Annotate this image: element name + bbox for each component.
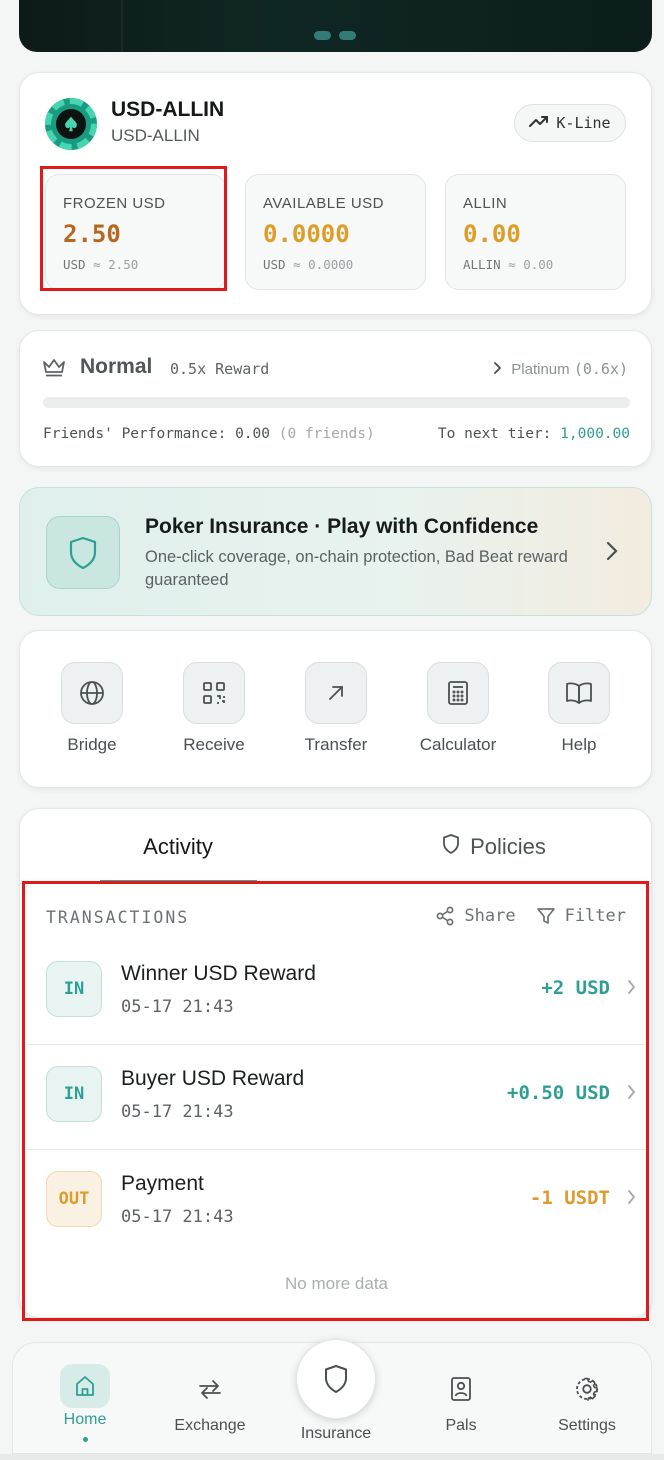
tab-bar: Activity Policies <box>20 809 653 884</box>
token-subtitle: USD-ALLIN <box>111 126 200 145</box>
trending-up-icon <box>529 114 549 132</box>
action-label: Bridge <box>67 735 117 754</box>
shield-icon <box>46 516 120 589</box>
quick-actions-card: Bridge Receive Transfer Calculator Help <box>19 630 652 788</box>
tab-policies[interactable]: Policies <box>336 834 652 860</box>
to-next-tier: To next tier: 1,000.00 <box>437 426 630 442</box>
action-label: Transfer <box>304 735 368 754</box>
kline-button[interactable]: K-Line <box>514 104 626 142</box>
balance-label: AVAILABLE USD <box>263 195 384 212</box>
tier-name: Normal <box>80 355 153 378</box>
nav-label: Home <box>63 1411 107 1428</box>
globe-icon <box>61 662 123 724</box>
action-label: Calculator <box>419 735 497 754</box>
contact-card-icon <box>406 1372 516 1406</box>
exchange-icon <box>155 1372 265 1406</box>
action-label: Receive <box>183 735 245 754</box>
token-logo-icon <box>45 98 97 150</box>
nav-pals[interactable]: Pals <box>406 1372 516 1435</box>
home-icon <box>60 1364 110 1408</box>
chevron-right-icon <box>606 541 618 566</box>
tier-progress-bar <box>43 397 630 408</box>
allin-balance-box: ALLIN 0.00 ALLIN ≈ 0.00 <box>445 174 626 290</box>
nav-label: Exchange <box>174 1417 246 1434</box>
available-usd-box: AVAILABLE USD 0.0000 USD ≈ 0.0000 <box>245 174 426 290</box>
calculator-button[interactable]: Calculator <box>403 662 513 755</box>
crown-icon <box>42 357 66 382</box>
balance-approx: ALLIN ≈ 0.00 <box>463 257 554 272</box>
balance-approx: USD ≈ 0.0000 <box>263 257 354 272</box>
shield-icon <box>442 834 460 860</box>
transfer-button[interactable]: Transfer <box>281 662 391 755</box>
nav-settings[interactable]: Settings <box>532 1372 642 1435</box>
bottom-navigation: Home Exchange Insurance Pals Settings <box>12 1339 652 1454</box>
chevron-right-icon <box>493 361 502 378</box>
arrow-up-right-icon <box>305 662 367 724</box>
nav-insurance[interactable] <box>296 1339 376 1419</box>
friends-performance: Friends' Performance: 0.00 (0 friends) <box>43 426 375 442</box>
home-indicator-strip <box>0 1454 664 1460</box>
promo-title: Poker Insurance · Play with Confidence <box>145 515 539 538</box>
frozen-highlight-box <box>40 166 227 291</box>
balance-label: ALLIN <box>463 195 508 212</box>
promo-banner-carousel[interactable] <box>19 0 652 52</box>
help-button[interactable]: Help <box>524 662 634 755</box>
nav-exchange[interactable]: Exchange <box>155 1372 265 1435</box>
nav-label: Pals <box>445 1417 477 1434</box>
balance-value: 0.0000 <box>263 220 350 248</box>
active-dot <box>82 1437 88 1442</box>
carousel-dot[interactable] <box>314 31 331 40</box>
action-label: Help <box>561 735 597 754</box>
nav-home[interactable]: Home <box>30 1364 140 1442</box>
insurance-promo-card[interactable]: Poker Insurance · Play with Confidence O… <box>19 487 652 616</box>
next-tier-link[interactable]: Platinum (0.6x) <box>493 360 628 378</box>
shield-icon <box>325 1365 347 1393</box>
gear-icon <box>532 1372 642 1406</box>
nav-label: Settings <box>558 1417 616 1434</box>
banner-divider <box>121 0 123 52</box>
transactions-highlight-box <box>22 881 649 1321</box>
tier-card[interactable]: Normal 0.5x Reward Platinum (0.6x) Frien… <box>19 330 652 467</box>
book-icon <box>548 662 610 724</box>
balance-value: 0.00 <box>463 220 521 248</box>
carousel-dots <box>314 31 356 40</box>
next-tier-name: Platinum (0.6x) <box>511 360 628 378</box>
receive-button[interactable]: Receive <box>159 662 269 755</box>
tab-policies-label: Policies <box>470 834 546 859</box>
promo-description: One-click coverage, on-chain protection,… <box>145 548 568 589</box>
kline-label: K-Line <box>556 114 611 132</box>
tier-reward: 0.5x Reward <box>170 360 270 378</box>
token-name: USD-ALLIN <box>111 98 225 121</box>
qr-code-icon <box>183 662 245 724</box>
calculator-icon <box>427 662 489 724</box>
tier-footer: Friends' Performance: 0.00 (0 friends) T… <box>43 426 630 442</box>
nav-insurance-label[interactable]: Insurance <box>281 1425 391 1443</box>
bridge-button[interactable]: Bridge <box>37 662 147 755</box>
tab-activity[interactable]: Activity <box>20 834 336 860</box>
carousel-dot[interactable] <box>339 31 356 40</box>
